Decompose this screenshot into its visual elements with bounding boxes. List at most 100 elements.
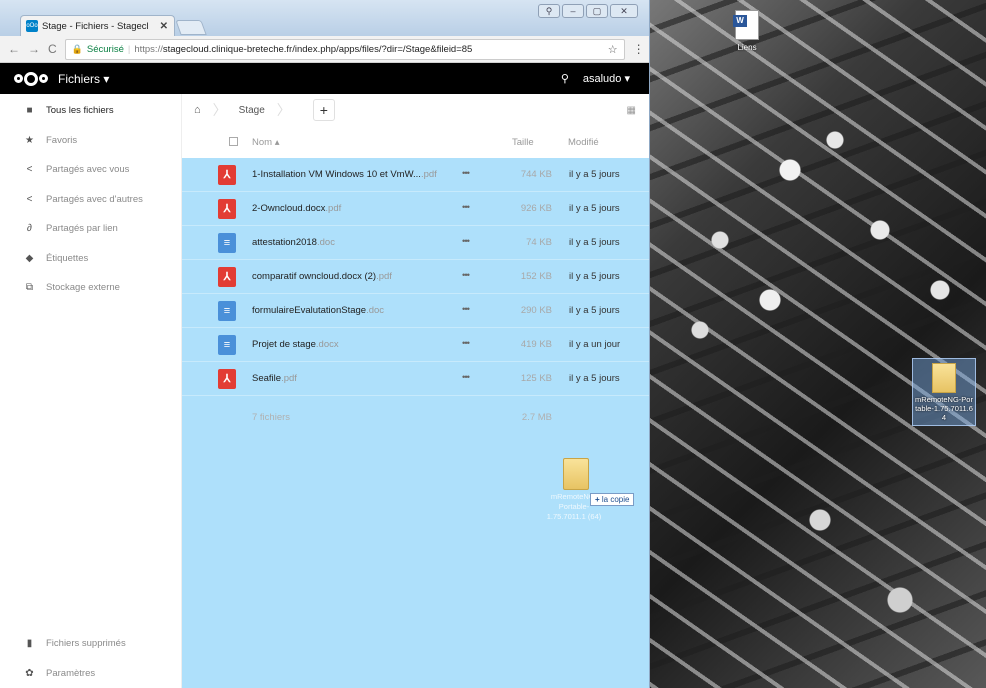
file-actions-icon[interactable]: ••• bbox=[462, 202, 470, 213]
file-size: 74 KB bbox=[526, 237, 552, 248]
reload-icon[interactable]: C bbox=[48, 42, 57, 56]
desktop-folder-icon[interactable]: mRemoteNG-Portable-1.75.7011.64 bbox=[912, 358, 976, 426]
file-actions-icon[interactable]: ••• bbox=[462, 270, 470, 281]
file-name[interactable]: formulaireEvalutationStage.doc bbox=[252, 305, 384, 316]
minimize-button[interactable]: – bbox=[562, 4, 584, 18]
pdf-file-icon: ⅄ bbox=[218, 267, 236, 287]
back-arrow-icon[interactable]: ← bbox=[8, 42, 20, 56]
file-name[interactable]: Seafile.pdf bbox=[252, 373, 297, 384]
file-modified: il y a 5 jours bbox=[569, 237, 620, 248]
folder-icon bbox=[932, 363, 956, 393]
file-size: 152 KB bbox=[520, 271, 552, 282]
file-name[interactable]: comparatif owncloud.docx (2).pdf bbox=[252, 271, 392, 282]
user-menu[interactable]: asaludo ▾ bbox=[583, 72, 630, 85]
home-icon[interactable]: ⌂ bbox=[194, 104, 201, 116]
sidebar-item-shared-by-link[interactable]: ∂ Partagés par lien bbox=[0, 214, 181, 244]
table-row[interactable]: ⅄ 2-Owncloud.docx.pdf ••• 926 KB il y a … bbox=[182, 192, 649, 226]
document-file-icon: ≡ bbox=[218, 233, 236, 253]
select-all-checkbox[interactable] bbox=[229, 137, 238, 146]
folder-icon: ■ bbox=[26, 105, 33, 117]
bookmark-star-icon[interactable]: ☆ bbox=[608, 43, 618, 56]
sidebar-item-external-storage[interactable]: ⧉ Stockage externe bbox=[0, 273, 181, 303]
table-row[interactable]: ≡ formulaireEvalutationStage.doc ••• 290… bbox=[182, 294, 649, 328]
lock-icon: 🔒 bbox=[71, 43, 83, 54]
close-window-button[interactable]: ✕ bbox=[610, 4, 638, 18]
new-button[interactable]: + bbox=[312, 99, 335, 121]
file-name[interactable]: 2-Owncloud.docx.pdf bbox=[252, 203, 341, 214]
file-actions-icon[interactable]: ••• bbox=[462, 236, 470, 247]
url-scheme: https:// bbox=[134, 43, 163, 55]
breadcrumb-item-stage[interactable]: Stage bbox=[239, 105, 265, 116]
search-icon[interactable]: ⚲ bbox=[561, 72, 569, 85]
sidebar-item-settings[interactable]: ✿ Paramètres bbox=[0, 659, 182, 688]
table-row[interactable]: ⅄ Seafile.pdf ••• 125 KB il y a 5 jours bbox=[182, 362, 649, 396]
file-size: 926 KB bbox=[520, 203, 552, 214]
copy-tooltip: + la copie bbox=[590, 493, 635, 506]
file-size: 290 KB bbox=[520, 305, 552, 316]
address-toolbar: ← → C 🔒 Sécurisé | https://stagecloud.cl… bbox=[0, 36, 649, 63]
file-modified: il y a 5 jours bbox=[569, 169, 620, 180]
sidebar-item-deleted-files[interactable]: ▮ Fichiers supprimés bbox=[0, 629, 182, 659]
column-header-name[interactable]: Nom ▴ bbox=[252, 137, 279, 148]
browser-menu-icon[interactable]: ⋮ bbox=[633, 42, 645, 56]
sidebar-bottom: ▮ Fichiers supprimés ✿ Paramètres bbox=[0, 629, 182, 688]
file-actions-icon[interactable]: ••• bbox=[462, 338, 470, 349]
table-row[interactable]: ≡ attestation2018.doc ••• 74 KB il y a 5… bbox=[182, 226, 649, 260]
pdf-file-icon: ⅄ bbox=[218, 199, 236, 219]
url-bar[interactable]: 🔒 Sécurisé | https://stagecloud.clinique… bbox=[64, 38, 625, 60]
share-icon: < bbox=[26, 193, 33, 205]
file-modified: il y a 5 jours bbox=[569, 203, 620, 214]
sidebar-item-label: Étiquettes bbox=[46, 252, 89, 264]
sidebar-item-favorites[interactable]: ★ Favoris bbox=[0, 126, 181, 156]
document-file-icon: ≡ bbox=[218, 335, 236, 355]
nextcloud-logo-icon[interactable] bbox=[14, 71, 48, 86]
link-icon: ∂ bbox=[27, 223, 32, 235]
app-menu[interactable]: Fichiers ▾ bbox=[58, 72, 109, 86]
document-file-icon: ≡ bbox=[218, 301, 236, 321]
sidebar-item-label: Partagés avec vous bbox=[46, 164, 130, 176]
word-file-icon: W bbox=[733, 10, 759, 40]
user-profile-button[interactable]: ⚲ bbox=[538, 4, 560, 18]
file-modified: il y a 5 jours bbox=[569, 305, 620, 316]
table-row[interactable]: ⅄ comparatif owncloud.docx (2).pdf ••• 1… bbox=[182, 260, 649, 294]
file-actions-icon[interactable]: ••• bbox=[462, 372, 470, 383]
sidebar-item-shared-with-others[interactable]: < Partagés avec d'autres bbox=[0, 185, 181, 215]
forward-arrow-icon[interactable]: → bbox=[28, 42, 40, 56]
maximize-button[interactable]: ▢ bbox=[586, 4, 608, 18]
table-row[interactable]: ⅄ 1-Installation VM Windows 10 et VmW...… bbox=[182, 158, 649, 192]
sidebar-item-tags[interactable]: ◆ Étiquettes bbox=[0, 244, 181, 274]
header-right: ⚲ asaludo ▾ bbox=[561, 72, 630, 85]
share-icon: < bbox=[26, 164, 33, 176]
external-link-icon: ⧉ bbox=[25, 282, 34, 294]
sidebar-item-label: Tous les fichiers bbox=[46, 105, 114, 117]
sidebar-item-all-files[interactable]: ■ Tous les fichiers bbox=[0, 96, 181, 126]
browser-window: oOo Stage - Fichiers - Stagecl ✕ ⚲ – ▢ ✕… bbox=[0, 0, 650, 688]
file-actions-icon[interactable]: ••• bbox=[462, 304, 470, 315]
file-actions-icon[interactable]: ••• bbox=[462, 168, 470, 179]
sidebar: ■ Tous les fichiers ★ Favoris < Partagés… bbox=[0, 94, 182, 688]
star-icon: ★ bbox=[25, 134, 34, 146]
tab-close-icon[interactable]: ✕ bbox=[160, 21, 168, 32]
column-header-modified[interactable]: Modifié bbox=[568, 137, 599, 148]
file-modified: il y a un jour bbox=[569, 339, 621, 350]
pdf-file-icon: ⅄ bbox=[218, 165, 236, 185]
sidebar-item-shared-with-you[interactable]: < Partagés avec vous bbox=[0, 155, 181, 185]
file-size: 744 KB bbox=[520, 169, 552, 180]
file-name[interactable]: 1-Installation VM Windows 10 et VmW....p… bbox=[252, 169, 437, 180]
new-tab-button[interactable] bbox=[175, 20, 207, 35]
file-name[interactable]: Projet de stage.docx bbox=[252, 339, 339, 350]
breadcrumb: ⌂ 〉 Stage 〉 + ▦ bbox=[182, 94, 649, 126]
nextcloud-header: Fichiers ▾ ⚲ asaludo ▾ bbox=[0, 63, 649, 94]
grid-view-icon[interactable]: ▦ bbox=[627, 105, 636, 116]
desktop-icon-label: mRemoteNG-Portable-1.75.7011.64 bbox=[915, 395, 973, 422]
secure-label: Sécurisé bbox=[86, 43, 124, 55]
column-header-size[interactable]: Taille bbox=[512, 137, 534, 148]
folder-icon bbox=[563, 458, 589, 490]
file-summary: 7 fichiers 2.7 MB bbox=[182, 406, 649, 430]
table-row[interactable]: ≡ Projet de stage.docx ••• 419 KB il y a… bbox=[182, 328, 649, 362]
desktop-word-document-icon[interactable]: W Liens bbox=[728, 10, 766, 62]
browser-tab[interactable]: oOo Stage - Fichiers - Stagecl ✕ bbox=[20, 15, 175, 36]
desktop-icon-label: Liens bbox=[737, 43, 757, 52]
sidebar-item-label: Paramètres bbox=[46, 667, 96, 679]
file-name[interactable]: attestation2018.doc bbox=[252, 237, 335, 248]
